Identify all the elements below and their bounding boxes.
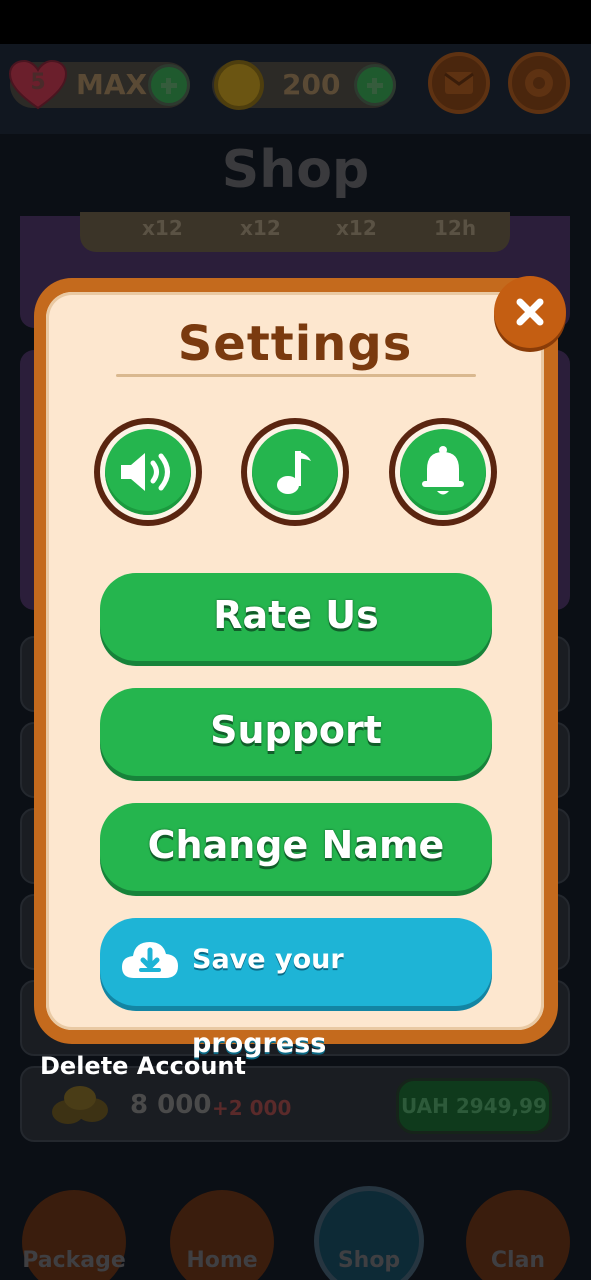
rate-us-label: Rate Us bbox=[213, 593, 379, 637]
package-item-count: x12 bbox=[336, 216, 377, 240]
speaker-icon bbox=[121, 453, 170, 491]
nav-home-label: Home bbox=[186, 1248, 258, 1273]
lives-count: 5 bbox=[30, 70, 46, 95]
music-note-icon bbox=[277, 451, 311, 494]
page-title: Shop bbox=[221, 140, 370, 200]
price-label: UAH 2949,99 bbox=[401, 1094, 547, 1118]
save-progress-button[interactable]: Save your progress bbox=[100, 918, 492, 1059]
coin-offer-amount: 8 000 bbox=[130, 1090, 212, 1120]
add-coins-button[interactable] bbox=[354, 64, 396, 106]
change-name-label: Change Name bbox=[147, 823, 445, 867]
cloud-download-icon bbox=[122, 942, 178, 978]
support-button[interactable]: Support bbox=[100, 688, 492, 776]
change-name-button[interactable]: Change Name bbox=[100, 803, 492, 891]
dialog-title: Settings bbox=[177, 316, 413, 372]
save-progress-label: Save your progress bbox=[192, 944, 344, 1059]
nav-package-label: Package bbox=[22, 1248, 126, 1273]
package-item-count: x12 bbox=[240, 216, 281, 240]
title-divider bbox=[116, 374, 476, 377]
add-lives-button[interactable] bbox=[148, 64, 190, 106]
coin-stack-icon bbox=[52, 1086, 108, 1124]
settings-button[interactable] bbox=[508, 52, 570, 114]
nav-clan-label: Clan bbox=[490, 1248, 546, 1273]
mail-button[interactable] bbox=[428, 52, 490, 114]
notifications-toggle[interactable] bbox=[389, 418, 497, 526]
buy-coins-button[interactable]: UAH 2949,99 bbox=[396, 1078, 552, 1134]
support-label: Support bbox=[210, 708, 382, 752]
rate-us-button[interactable]: Rate Us bbox=[100, 573, 492, 661]
gear-icon bbox=[525, 69, 553, 97]
music-toggle[interactable] bbox=[241, 418, 349, 526]
package-item-duration: 12h bbox=[434, 216, 477, 240]
bell-icon bbox=[422, 446, 464, 495]
close-button[interactable] bbox=[494, 276, 566, 348]
package-item-count: x12 bbox=[142, 216, 183, 240]
coin-offer-bonus: +2 000 bbox=[212, 1096, 292, 1120]
mail-icon bbox=[444, 72, 474, 94]
status-bar bbox=[0, 0, 591, 44]
coin-icon bbox=[214, 60, 264, 110]
sound-toggle[interactable] bbox=[94, 418, 202, 526]
nav-shop-label: Shop bbox=[337, 1248, 401, 1273]
lives-status: MAX bbox=[76, 68, 148, 101]
coins-amount: 200 bbox=[282, 68, 341, 101]
close-icon bbox=[516, 298, 544, 326]
